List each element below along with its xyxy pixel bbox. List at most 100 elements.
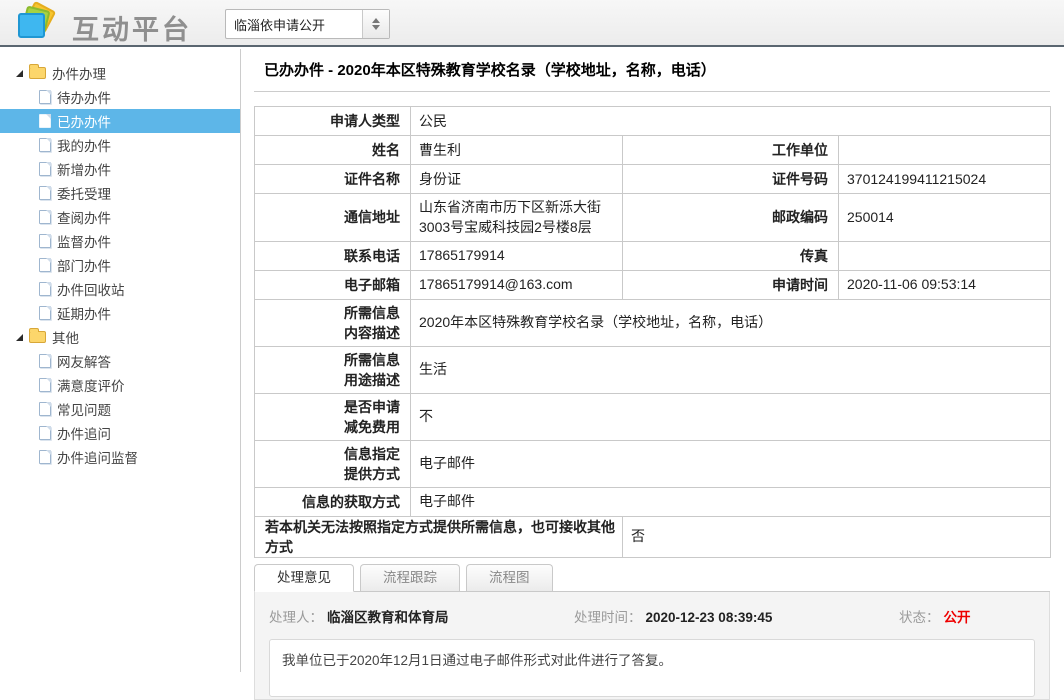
handling-time-label: 处理时间：	[574, 610, 642, 625]
field-label: 所需信息 用途描述	[255, 346, 411, 393]
folder-icon	[29, 331, 46, 343]
tree-item-label: 待办办件	[57, 87, 111, 107]
table-row: 所需信息 内容描述 2020年本区特殊教育学校名录（学校地址，名称，电话）	[255, 299, 1051, 346]
arrow-down-icon	[372, 25, 380, 30]
field-value: 否	[623, 516, 1051, 557]
tree-collapse-icon[interactable]	[16, 70, 23, 77]
table-row: 申请人类型 公民	[255, 107, 1051, 136]
logo-blue-square	[18, 13, 45, 38]
folder-icon	[29, 67, 46, 79]
field-value	[839, 241, 1051, 270]
handler-field: 处理人： 临淄区教育和体育局	[269, 606, 574, 626]
title-divider	[254, 91, 1050, 92]
document-icon	[39, 354, 51, 368]
handling-meta-row: 处理人： 临淄区教育和体育局 处理时间： 2020-12-23 08:39:45 状…	[269, 606, 1035, 626]
sidebar-item-faq[interactable]: 常见问题	[0, 397, 240, 421]
field-label: 信息的获取方式	[255, 487, 411, 516]
document-icon	[39, 282, 51, 296]
tree-section-item-handling[interactable]: 办件办理	[0, 61, 240, 85]
sidebar-item-supervise-items[interactable]: 监督办件	[0, 229, 240, 253]
tree-section-others[interactable]: 其他	[0, 325, 240, 349]
tree-item-label: 委托受理	[57, 183, 111, 203]
field-label: 工作单位	[623, 136, 839, 165]
field-label: 通信地址	[255, 194, 411, 242]
tree-item-label: 新增办件	[57, 159, 111, 179]
tree-item-label: 办件追问监督	[57, 447, 138, 467]
table-row: 信息指定 提供方式 电子邮件	[255, 440, 1051, 487]
field-label: 证件名称	[255, 165, 411, 194]
document-icon	[39, 210, 51, 224]
sidebar-item-satisfaction-rating[interactable]: 满意度评价	[0, 373, 240, 397]
handling-time-value: 2020-12-23 08:39:45	[646, 610, 773, 625]
field-value: 250014	[839, 194, 1051, 242]
field-value	[839, 136, 1051, 165]
field-label: 证件号码	[623, 165, 839, 194]
page-title: 已办办件 - 2020年本区特殊教育学校名录（学校地址，名称，电话）	[254, 57, 1064, 80]
sidebar-item-netizen-answers[interactable]: 网友解答	[0, 349, 240, 373]
field-label: 邮政编码	[623, 194, 839, 242]
status-label: 状态：	[899, 610, 940, 625]
site-select[interactable]: 临淄依申请公开	[225, 9, 390, 39]
field-value: 身份证	[411, 165, 623, 194]
document-icon	[39, 186, 51, 200]
field-value: 公民	[411, 107, 1051, 136]
document-icon	[39, 258, 51, 272]
document-icon	[39, 402, 51, 416]
tree-section-label: 办件办理	[52, 63, 106, 83]
reply-text-box: 我单位已于2020年12月1日通过电子邮件形式对此件进行了答复。	[269, 639, 1035, 697]
document-icon	[39, 426, 51, 440]
tab-process-diagram[interactable]: 流程图	[466, 564, 553, 591]
field-value: 2020年本区特殊教育学校名录（学校地址，名称，电话）	[411, 299, 1051, 346]
table-row: 通信地址 山东省济南市历下区新泺大街3003号宝威科技园2号楼8层 邮政编码 2…	[255, 194, 1051, 242]
sidebar-item-completed-items[interactable]: 已办办件	[0, 109, 240, 133]
result-tabbar: 处理意见 流程跟踪 流程图	[254, 564, 1050, 592]
document-icon	[39, 114, 51, 128]
handler-value: 临淄区教育和体育局	[327, 610, 449, 625]
field-label: 联系电话	[255, 241, 411, 270]
tree-item-label: 查阅办件	[57, 207, 111, 227]
tree-item-label: 办件回收站	[57, 279, 125, 299]
handler-label: 处理人：	[269, 610, 323, 625]
field-value: 山东省济南市历下区新泺大街3003号宝威科技园2号楼8层	[411, 194, 623, 242]
document-icon	[39, 234, 51, 248]
field-value: 电子邮件	[411, 440, 1051, 487]
sidebar-item-department-items[interactable]: 部门办件	[0, 253, 240, 277]
field-label: 申请时间	[623, 270, 839, 299]
document-icon	[39, 138, 51, 152]
sidebar-item-my-items[interactable]: 我的办件	[0, 133, 240, 157]
tab-handling-opinion[interactable]: 处理意见	[254, 564, 354, 592]
combo-spinner-icon[interactable]	[362, 10, 389, 38]
field-value: 2020-11-06 09:53:14	[839, 270, 1051, 299]
table-row: 姓名 曹生利 工作单位	[255, 136, 1051, 165]
field-value: 曹生利	[411, 136, 623, 165]
field-label: 信息指定 提供方式	[255, 440, 411, 487]
table-row: 证件名称 身份证 证件号码 370124199411215024	[255, 165, 1051, 194]
field-label: 是否申请 减免费用	[255, 393, 411, 440]
app-logo-icon	[16, 4, 60, 44]
handling-opinion-panel: 处理人： 临淄区教育和体育局 处理时间： 2020-12-23 08:39:45 状…	[254, 592, 1050, 700]
tree-collapse-icon[interactable]	[16, 334, 23, 341]
table-row: 电子邮箱 17865179914@163.com 申请时间 2020-11-06…	[255, 270, 1051, 299]
sidebar-item-item-followup[interactable]: 办件追问	[0, 421, 240, 445]
arrow-up-icon	[372, 18, 380, 23]
handling-time-field: 处理时间： 2020-12-23 08:39:45	[574, 606, 899, 626]
document-icon	[39, 162, 51, 176]
sidebar-item-review-items[interactable]: 查阅办件	[0, 205, 240, 229]
app-title: 互动平台	[72, 8, 192, 47]
site-select-value: 临淄依申请公开	[226, 15, 362, 34]
sidebar-item-new-item[interactable]: 新增办件	[0, 157, 240, 181]
field-value: 生活	[411, 346, 1051, 393]
field-label: 若本机关无法按照指定方式提供所需信息，也可接收其他方式	[255, 516, 623, 557]
status-field: 状态：公开	[899, 606, 1035, 626]
field-value: 电子邮件	[411, 487, 1051, 516]
tree-item-label: 监督办件	[57, 231, 111, 251]
table-row: 所需信息 用途描述 生活	[255, 346, 1051, 393]
sidebar-item-delayed-items[interactable]: 延期办件	[0, 301, 240, 325]
field-label: 姓名	[255, 136, 411, 165]
sidebar-item-entrusted-acceptance[interactable]: 委托受理	[0, 181, 240, 205]
sidebar-item-pending-items[interactable]: 待办办件	[0, 85, 240, 109]
application-detail-table: 申请人类型 公民 姓名 曹生利 工作单位 证件名称 身份证 证件号码 37012…	[254, 106, 1051, 558]
sidebar-item-recycle-bin[interactable]: 办件回收站	[0, 277, 240, 301]
sidebar-item-followup-supervision[interactable]: 办件追问监督	[0, 445, 240, 469]
tab-process-tracking[interactable]: 流程跟踪	[360, 564, 460, 591]
